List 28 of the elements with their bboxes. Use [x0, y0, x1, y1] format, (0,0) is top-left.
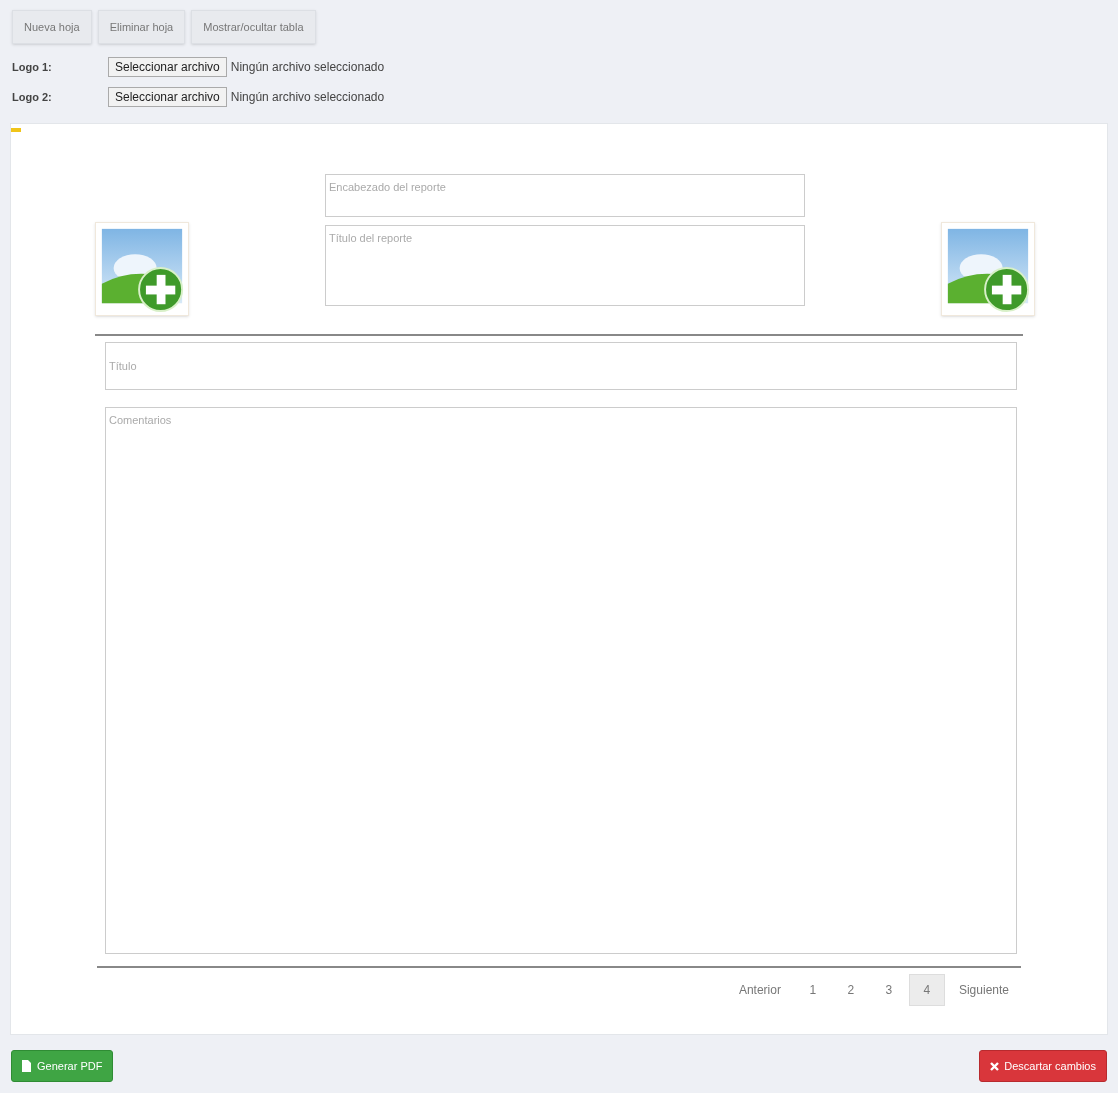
indicator-bar: [11, 128, 21, 132]
button-label: Generar PDF: [37, 1058, 103, 1074]
document-icon: [22, 1060, 31, 1072]
file-status-text: Ningún archivo seleccionado: [230, 59, 385, 76]
page-link[interactable]: 4: [908, 974, 945, 1006]
add-image-icon[interactable]: [941, 222, 1035, 316]
next-page-link[interactable]: Siguiente: [946, 974, 1021, 1006]
toolbar-button[interactable]: Mostrar/ocultar tabla: [191, 10, 316, 44]
button-label: Descartar cambios: [1004, 1058, 1096, 1074]
field-label: Logo 1:: [12, 59, 53, 75]
generate-pdf-button[interactable]: Generar PDF: [11, 1050, 114, 1082]
file-select-button[interactable]: Seleccionar archivo: [108, 57, 227, 77]
page-link[interactable]: 3: [870, 974, 907, 1006]
field-label: Logo 2:: [12, 89, 53, 105]
file-status-text: Ningún archivo seleccionado: [230, 89, 385, 106]
page-link[interactable]: 2: [832, 974, 869, 1006]
header-input[interactable]: Encabezado del reporte: [325, 174, 805, 217]
comments-input[interactable]: Comentarios: [105, 407, 1017, 954]
previous-page-link[interactable]: Anterior: [726, 974, 793, 1006]
file-select-button[interactable]: Seleccionar archivo: [108, 87, 227, 107]
toolbar-button[interactable]: Nueva hoja: [12, 10, 92, 44]
page-link[interactable]: 1: [794, 974, 831, 1006]
discard-button[interactable]: Descartar cambios: [979, 1050, 1107, 1082]
add-image-icon[interactable]: [95, 222, 189, 316]
title-input[interactable]: Título del reporte: [325, 225, 805, 306]
section-title-input[interactable]: Título: [105, 342, 1017, 390]
toolbar-button[interactable]: Eliminar hoja: [97, 10, 186, 44]
close-icon: [990, 1061, 1000, 1071]
